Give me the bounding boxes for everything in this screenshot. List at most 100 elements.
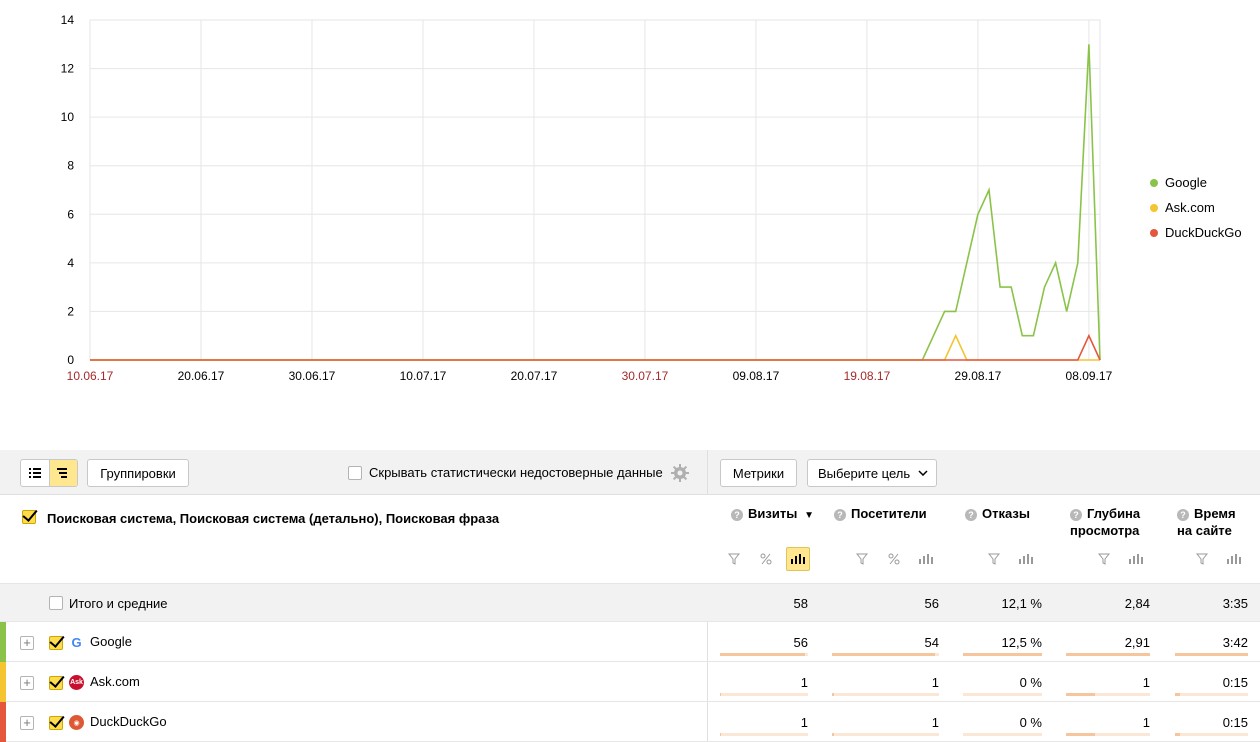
- row-name[interactable]: Google: [90, 634, 132, 649]
- goal-select-label: Выберите цель: [818, 465, 911, 481]
- column-tools: [842, 547, 938, 571]
- share-bar: [1066, 653, 1150, 656]
- series-color-stripe: [0, 662, 6, 702]
- column-header[interactable]: ? Время на сайте: [1177, 505, 1236, 539]
- metric-value: 1: [800, 715, 808, 730]
- column-header-label: Время: [1194, 506, 1236, 521]
- total-value: 56: [924, 596, 939, 611]
- line-chart: 0 2 4 6 8 10 12 14 10.06.17 20.06.17 30.06.17 10.07…: [61, 13, 1113, 383]
- y-tick-label: 14: [61, 13, 75, 27]
- help-icon[interactable]: ?: [1070, 509, 1082, 521]
- x-tick-label: 10.07.17: [400, 369, 447, 383]
- list-view-button[interactable]: [21, 460, 49, 486]
- dimension-header-label: Поисковая система, Поисковая система (де…: [47, 511, 500, 526]
- totals-checkbox[interactable]: [49, 596, 63, 610]
- view-mode-switch[interactable]: [20, 459, 78, 487]
- x-tick-label: 10.06.17: [67, 369, 114, 383]
- x-tick-label: 08.09.17: [1066, 369, 1113, 383]
- bar-chart-icon[interactable]: [786, 547, 810, 571]
- legend-label: Ask.com: [1165, 200, 1215, 215]
- expand-button[interactable]: +: [20, 636, 34, 650]
- percent-icon[interactable]: [754, 547, 778, 571]
- filter-icon[interactable]: [982, 547, 1006, 571]
- bar-chart-icon[interactable]: [1222, 547, 1246, 571]
- metric-value: 1: [1142, 715, 1150, 730]
- groupings-button[interactable]: Группировки: [87, 459, 189, 487]
- totals-label: Итого и средние: [69, 596, 168, 611]
- filter-icon[interactable]: [1092, 547, 1116, 571]
- share-bar: [720, 693, 808, 696]
- series-line-duckduckgo[interactable]: [90, 333, 1101, 361]
- filter-icon[interactable]: [722, 547, 746, 571]
- series-color-stripe: [0, 702, 6, 742]
- legend-item[interactable]: DuckDuckGo: [1150, 220, 1242, 245]
- expand-button[interactable]: +: [20, 676, 34, 690]
- column-header-label: Отказы: [982, 506, 1030, 521]
- goal-select[interactable]: Выберите цель: [807, 459, 937, 487]
- x-tick-label: 30.07.17: [622, 369, 669, 383]
- hide-unreliable-checkbox[interactable]: [348, 465, 362, 480]
- help-icon[interactable]: ?: [1177, 509, 1189, 521]
- sort-desc-icon[interactable]: ▼: [801, 510, 814, 521]
- share-bar: [720, 733, 808, 736]
- share-bar: [832, 693, 939, 696]
- row-checkbox[interactable]: [49, 636, 63, 650]
- filter-icon[interactable]: [1190, 547, 1214, 571]
- row-checkbox[interactable]: [49, 676, 63, 690]
- table-row[interactable]: + Ask Ask.com 1 1 0 % 1 0:15: [0, 662, 1260, 702]
- metrics-button[interactable]: Метрики: [720, 459, 797, 487]
- bar-chart-icon[interactable]: [1124, 547, 1148, 571]
- filter-icon[interactable]: [850, 547, 874, 571]
- x-tick-label: 30.06.17: [289, 369, 336, 383]
- help-icon[interactable]: ?: [731, 509, 743, 521]
- y-tick-label: 6: [67, 207, 74, 221]
- x-tick-label: 09.08.17: [733, 369, 780, 383]
- column-header[interactable]: ? Посетители: [834, 505, 927, 522]
- bar-chart-icon[interactable]: [1014, 547, 1038, 571]
- settings-gear-icon[interactable]: [671, 464, 689, 482]
- dimension-header[interactable]: Поисковая система, Поисковая система (де…: [22, 509, 499, 526]
- metric-value: 1: [931, 675, 939, 690]
- help-icon[interactable]: ?: [965, 509, 977, 521]
- share-bar-fill: [963, 653, 1042, 656]
- y-tick-label: 12: [61, 62, 75, 76]
- hide-unreliable-toggle[interactable]: Скрывать статистически недостоверные дан…: [348, 465, 663, 480]
- bar-chart-icon[interactable]: [914, 547, 938, 571]
- series-line-google[interactable]: [90, 44, 1101, 361]
- y-tick-label: 10: [61, 110, 75, 124]
- tree-view-button[interactable]: [48, 460, 77, 486]
- total-value: 58: [793, 596, 808, 611]
- share-bar-fill: [720, 693, 722, 696]
- y-tick-label: 4: [67, 256, 74, 270]
- help-icon[interactable]: ?: [834, 509, 846, 521]
- expand-button[interactable]: +: [20, 716, 34, 730]
- row-checkbox[interactable]: [49, 716, 63, 730]
- total-value: 2,84: [1124, 596, 1150, 611]
- legend-dot: [1150, 228, 1158, 237]
- table-row[interactable]: + ◉ DuckDuckGo 1 1 0 % 1 0:15: [0, 702, 1260, 742]
- legend-label: Google: [1165, 175, 1207, 190]
- share-bar-fill: [1066, 693, 1095, 696]
- percent-icon[interactable]: [882, 547, 906, 571]
- table-row[interactable]: + G Google 56 54 12,5 % 2,91 3:42: [0, 622, 1260, 662]
- legend-item[interactable]: Ask.com: [1150, 195, 1242, 220]
- report-toolbar: Группировки Скрывать статистически недос…: [0, 450, 1260, 495]
- x-tick-label: 19.08.17: [844, 369, 891, 383]
- legend-item[interactable]: Google: [1150, 170, 1242, 195]
- share-bar-fill: [1175, 733, 1181, 736]
- share-bar: [1066, 733, 1150, 736]
- x-tick-label: 20.06.17: [178, 369, 225, 383]
- select-all-checkbox[interactable]: [22, 510, 36, 524]
- chevron-down-icon: [918, 470, 928, 476]
- column-header[interactable]: ? Глубина просмотра: [1070, 505, 1140, 539]
- series-line-askcom[interactable]: [90, 333, 1100, 361]
- column-header-label-line2: на сайте: [1177, 523, 1232, 538]
- row-name[interactable]: Ask.com: [90, 674, 140, 689]
- share-bar: [1175, 693, 1248, 696]
- column-header[interactable]: ? Визиты ▼: [731, 505, 814, 524]
- row-name[interactable]: DuckDuckGo: [90, 714, 167, 729]
- column-header[interactable]: ? Отказы: [965, 505, 1030, 522]
- list-icon: [28, 468, 41, 478]
- share-bar-fill: [832, 733, 834, 736]
- metric-value: 0:15: [1222, 675, 1248, 690]
